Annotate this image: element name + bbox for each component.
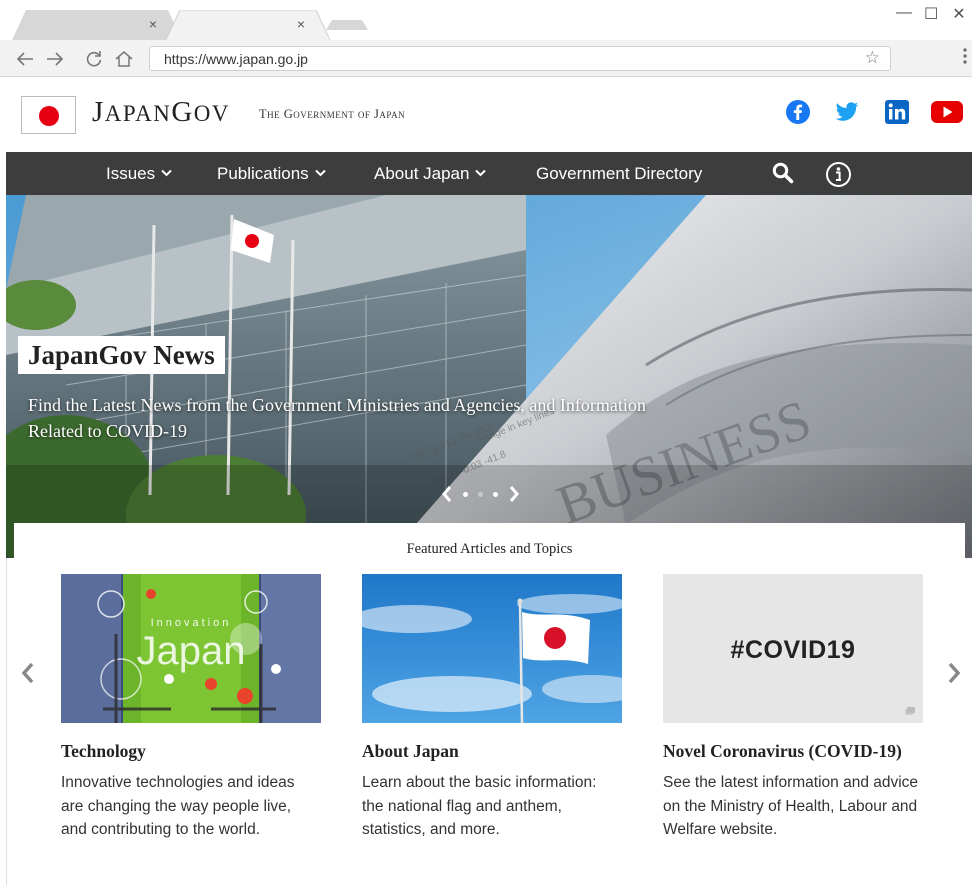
home-button[interactable] <box>113 48 135 70</box>
facebook-icon[interactable] <box>785 99 811 125</box>
main-nav: Issues Publications About Japan Governme… <box>6 152 972 195</box>
new-tab-button[interactable] <box>324 10 372 40</box>
twitter-icon[interactable] <box>834 99 860 125</box>
reload-button[interactable] <box>83 48 105 70</box>
browser-tab-inactive[interactable]: × <box>12 10 182 40</box>
nav-government-directory[interactable]: Government Directory <box>536 164 702 184</box>
card-title[interactable]: Technology <box>61 739 321 763</box>
back-button[interactable] <box>14 48 36 70</box>
bookmark-star-icon[interactable]: ☆ <box>865 48 880 68</box>
nav-about-japan[interactable]: About Japan <box>374 164 487 184</box>
chevron-down-icon <box>161 169 172 177</box>
japan-flag-logo[interactable] <box>21 96 76 134</box>
featured-heading: Featured Articles and Topics <box>406 541 573 557</box>
youtube-icon[interactable] <box>930 99 964 125</box>
carousel-dot[interactable] <box>493 491 498 497</box>
card-covid19-image[interactable]: #COVID19 <box>663 574 923 723</box>
chevron-down-icon <box>475 169 487 177</box>
tab-close-icon[interactable]: × <box>146 17 160 31</box>
nav-publications[interactable]: Publications <box>217 164 326 184</box>
image-corner-icon <box>905 707 915 715</box>
tab-close-icon[interactable]: × <box>294 17 308 31</box>
carousel-dot[interactable] <box>478 491 483 497</box>
back-arrow-icon <box>16 52 33 66</box>
search-icon[interactable] <box>771 161 795 185</box>
site-subtitle: The Government of Japan <box>259 107 406 121</box>
site-brand[interactable]: JAPANGOV <box>92 96 230 129</box>
address-bar: https://www.japan.go.jp ☆ <box>0 40 972 77</box>
info-icon[interactable] <box>825 161 852 188</box>
hero-subtitle: Find the Latest News from the Government… <box>28 395 646 441</box>
reload-icon <box>86 51 102 67</box>
nav-issues[interactable]: Issues <box>106 164 172 184</box>
hero-carousel[interactable]: 52.78 +13.2% 22.0 18.60 -0.03 -41.8 chan… <box>6 195 972 558</box>
nav-issues-label: Issues <box>106 164 156 183</box>
card-technology-image[interactable]: Innovation Japan <box>61 574 321 723</box>
chevron-down-icon <box>314 169 326 177</box>
featured-next-icon[interactable] <box>946 661 962 685</box>
featured-section: Featured Articles and Topics Innovation … <box>14 523 965 885</box>
nav-publications-label: Publications <box>217 164 309 183</box>
card-about-japan[interactable]: About Japan Learn about the basic inform… <box>362 574 622 842</box>
card-title[interactable]: Novel Coronavirus (COVID-19) <box>663 739 923 763</box>
image-text-innovation: Innovation <box>151 617 232 629</box>
card-technology[interactable]: Innovation Japan Technology Innovative t… <box>61 574 321 842</box>
window-controls: — ☐ ✕ <box>896 4 966 24</box>
card-description: Learn about the basic information: the n… <box>362 774 597 838</box>
card-description: Innovative technologies and ideas are ch… <box>61 774 295 838</box>
hero-title[interactable]: JapanGov News <box>18 336 225 374</box>
carousel-dot[interactable] <box>463 491 468 497</box>
close-window-icon[interactable]: ✕ <box>952 4 966 24</box>
site-header: JAPANGOV The Government of Japan <box>6 78 972 152</box>
browser-tab-active[interactable]: × <box>166 10 330 40</box>
forward-arrow-icon <box>47 52 64 66</box>
japan-flag-sky-image <box>362 574 622 723</box>
nav-about-japan-label: About Japan <box>374 164 470 183</box>
minimize-icon[interactable]: — <box>896 4 912 24</box>
new-tab-icon <box>326 20 368 30</box>
browser-menu-icon[interactable] <box>962 46 968 66</box>
carousel-next-icon[interactable] <box>508 485 520 503</box>
forward-button[interactable] <box>44 48 66 70</box>
card-title[interactable]: About Japan <box>362 739 622 763</box>
home-icon <box>115 51 133 67</box>
card-about-japan-image[interactable] <box>362 574 622 723</box>
maximize-icon[interactable]: ☐ <box>924 4 938 24</box>
card-description: See the latest information and advice on… <box>663 774 919 838</box>
carousel-prev-icon[interactable] <box>441 485 453 503</box>
url-field[interactable]: https://www.japan.go.jp ☆ <box>149 46 891 71</box>
linkedin-icon[interactable] <box>884 99 910 125</box>
browser-tab-bar: × × — ☐ ✕ <box>0 0 972 40</box>
kebab-menu-icon <box>963 48 967 64</box>
carousel-controls <box>441 485 520 503</box>
hero-background-image: 52.78 +13.2% 22.0 18.60 -0.03 -41.8 chan… <box>6 195 972 558</box>
innovation-japan-image: Innovation Japan <box>61 574 321 723</box>
flag-sun <box>39 106 59 126</box>
nav-government-directory-label: Government Directory <box>536 164 703 183</box>
url-text: https://www.japan.go.jp <box>164 51 308 67</box>
covid-hashtag: #COVID19 <box>730 636 856 664</box>
card-covid19[interactable]: #COVID19 Novel Coronavirus (COVID-19) Se… <box>663 574 923 842</box>
featured-prev-icon[interactable] <box>20 661 36 685</box>
image-text-japan: Japan <box>137 629 246 673</box>
